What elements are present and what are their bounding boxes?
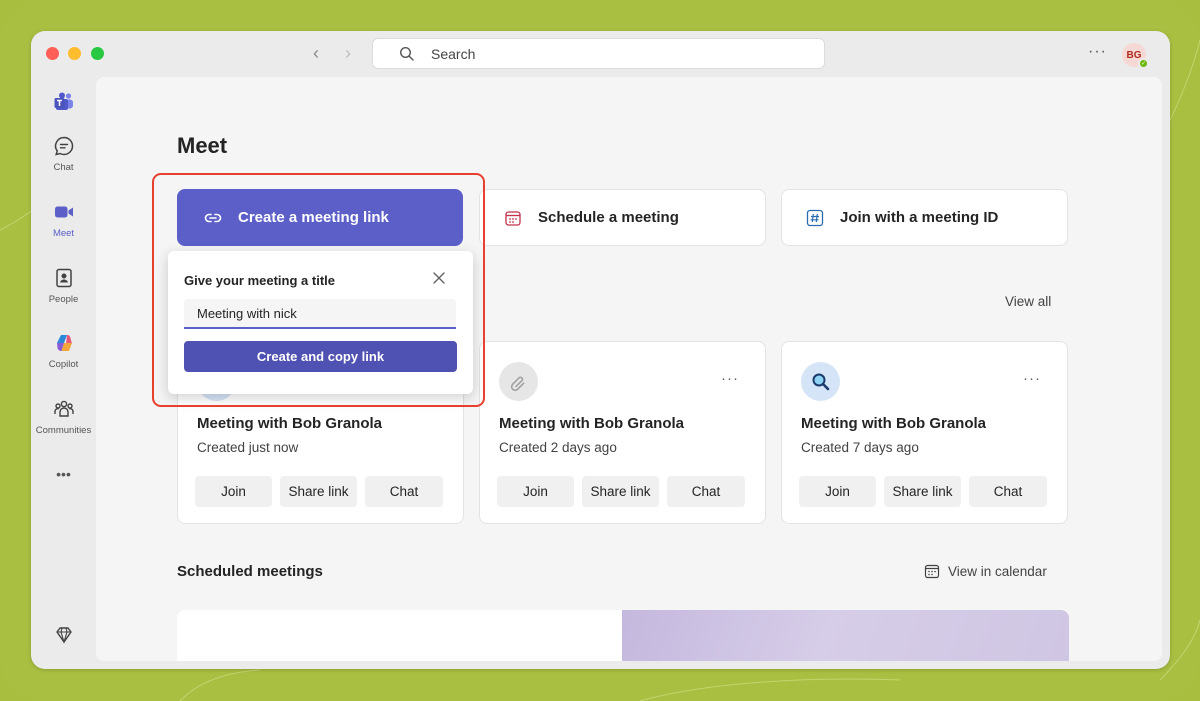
title-bar: ‹ › Search ··· BG ✓ bbox=[31, 31, 1170, 77]
meeting-created: Created just now bbox=[197, 440, 299, 455]
more-apps-icon: ••• bbox=[56, 466, 71, 482]
join-with-id-label: Join with a meeting ID bbox=[840, 209, 999, 226]
meeting-card[interactable]: ··· Meeting with Bob Granola Created 2 d… bbox=[479, 341, 766, 524]
close-window-button[interactable] bbox=[46, 47, 59, 60]
rail-item-teams[interactable] bbox=[31, 91, 96, 113]
search-icon bbox=[399, 46, 414, 61]
rail-label-people: People bbox=[48, 294, 79, 305]
video-camera-icon bbox=[54, 206, 73, 218]
teams-window: ‹ › Search ··· BG ✓ Chat Meet People Cop… bbox=[31, 31, 1170, 669]
scheduled-illustration bbox=[622, 610, 1069, 661]
copilot-icon bbox=[56, 335, 72, 351]
meeting-created: Created 2 days ago bbox=[499, 440, 617, 455]
rail-item-copilot[interactable]: Copilot bbox=[31, 332, 96, 370]
minimize-window-button[interactable] bbox=[68, 47, 81, 60]
rail-label-communities: Communities bbox=[35, 425, 92, 436]
app-rail: Chat Meet People Copilot Communities ••• bbox=[31, 77, 96, 669]
teams-logo-icon bbox=[54, 92, 73, 110]
rail-label-copilot: Copilot bbox=[48, 359, 79, 370]
calendar-icon bbox=[505, 210, 521, 226]
magnifier-icon bbox=[812, 373, 829, 390]
presence-available-icon: ✓ bbox=[1138, 58, 1149, 69]
zoom-window-button[interactable] bbox=[91, 47, 104, 60]
search-bar[interactable]: Search bbox=[372, 38, 825, 69]
rail-label-meet: Meet bbox=[52, 228, 75, 239]
chat-button[interactable]: Chat bbox=[667, 476, 745, 507]
rail-item-people[interactable]: People bbox=[31, 267, 96, 305]
page-title: Meet bbox=[177, 133, 228, 158]
user-avatar[interactable]: BG ✓ bbox=[1122, 43, 1149, 69]
join-button[interactable]: Join bbox=[195, 476, 272, 507]
chat-button[interactable]: Chat bbox=[365, 476, 443, 507]
schedule-meeting-button[interactable]: Schedule a meeting bbox=[479, 189, 766, 246]
highlight-annotation bbox=[152, 173, 485, 407]
rail-label-chat: Chat bbox=[53, 162, 74, 173]
meet-page: Meet Create a meeting link Schedule a me… bbox=[96, 77, 1162, 661]
more-options-icon[interactable]: ··· bbox=[721, 370, 739, 387]
view-in-calendar-label: View in calendar bbox=[948, 563, 1047, 579]
rail-item-premium[interactable] bbox=[31, 625, 96, 645]
rail-item-chat[interactable]: Chat bbox=[31, 135, 96, 173]
share-link-button[interactable]: Share link bbox=[582, 476, 659, 507]
diamond-icon bbox=[55, 627, 72, 644]
view-all-link[interactable]: View all bbox=[1005, 294, 1051, 309]
more-options-icon[interactable]: ··· bbox=[1023, 370, 1041, 387]
meeting-avatar bbox=[499, 362, 538, 401]
chat-button[interactable]: Chat bbox=[969, 476, 1047, 507]
rail-item-communities[interactable]: Communities bbox=[31, 398, 96, 436]
meeting-name: Meeting with Bob Granola bbox=[197, 415, 383, 432]
share-link-button[interactable]: Share link bbox=[884, 476, 961, 507]
more-options-icon[interactable]: ··· bbox=[1088, 43, 1107, 61]
share-link-button[interactable]: Share link bbox=[280, 476, 357, 507]
search-placeholder: Search bbox=[431, 45, 476, 62]
rail-item-meet[interactable]: Meet bbox=[31, 201, 96, 239]
back-arrow-icon[interactable]: ‹ bbox=[313, 44, 319, 62]
person-card-icon bbox=[55, 268, 72, 288]
chat-icon bbox=[54, 136, 73, 156]
scheduled-meetings-title: Scheduled meetings bbox=[177, 563, 323, 580]
communities-icon bbox=[53, 400, 74, 417]
meeting-name: Meeting with Bob Granola bbox=[499, 415, 685, 432]
schedule-meeting-label: Schedule a meeting bbox=[538, 209, 679, 226]
paperclip-icon bbox=[510, 376, 524, 391]
view-in-calendar-link[interactable]: View in calendar bbox=[924, 563, 1047, 579]
calendar-icon bbox=[924, 564, 940, 579]
scheduled-meetings-panel bbox=[177, 610, 1069, 661]
meeting-card[interactable]: ··· Meeting with Bob Granola Created 7 d… bbox=[781, 341, 1068, 524]
join-button[interactable]: Join bbox=[497, 476, 574, 507]
join-with-id-button[interactable]: Join with a meeting ID bbox=[781, 189, 1068, 246]
forward-arrow-icon[interactable]: › bbox=[345, 44, 351, 62]
rail-more-apps[interactable]: ••• bbox=[31, 466, 96, 482]
meeting-name: Meeting with Bob Granola bbox=[801, 415, 987, 432]
join-button[interactable]: Join bbox=[799, 476, 876, 507]
meeting-avatar bbox=[801, 362, 840, 401]
hash-icon bbox=[806, 209, 824, 226]
meeting-created: Created 7 days ago bbox=[801, 440, 919, 455]
